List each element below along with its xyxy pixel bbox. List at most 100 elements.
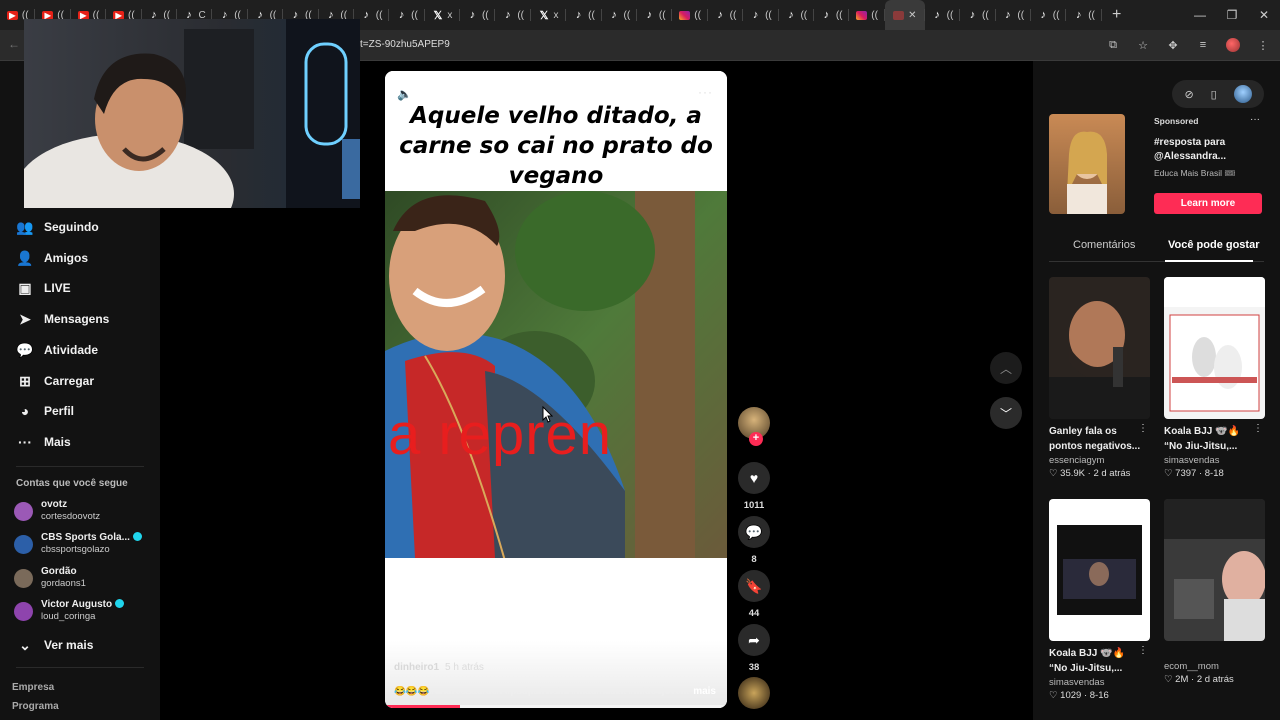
ad-title[interactable]: #resposta para @Alessandra...	[1154, 136, 1254, 164]
volume-icon[interactable]: 🔈	[397, 87, 412, 101]
suggested-video-card[interactable]: Koala BJJ 🐨🔥 “No Jiu-Jitsu,... ⋮ simasve…	[1049, 499, 1150, 701]
tab-you-may-like[interactable]: Você pode gostar	[1168, 239, 1259, 251]
suggested-video-card[interactable]: ecom__mom ♡ 2M · 2 d atrás	[1164, 499, 1265, 685]
card-thumbnail[interactable]	[1164, 277, 1265, 419]
menu-dots-icon[interactable]: ⋮	[1254, 36, 1272, 54]
tab-title: ✕	[908, 9, 917, 21]
follow-plus-icon[interactable]: +	[749, 432, 763, 446]
browser-tab[interactable]: ♪ ((	[389, 0, 425, 30]
avatar[interactable]	[14, 501, 33, 521]
extensions-icon[interactable]: ✥	[1164, 36, 1182, 54]
suggested-video-card[interactable]: Ganley fala os pontos negativos... ⋮ ess…	[1049, 277, 1150, 479]
tab-comments[interactable]: Comentários	[1073, 239, 1135, 251]
url-text[interactable]: t=ZS-90zhu5APEP9	[360, 39, 450, 50]
sidebar-item-seguindo[interactable]: 👥 Seguindo	[16, 218, 98, 236]
share-action[interactable]: ➦ 38	[736, 624, 772, 673]
followed-account[interactable]: CBS Sports Gola... cbssportsgolazo	[14, 532, 142, 556]
video-author[interactable]: dinheiro1 5 h atrás	[394, 662, 484, 673]
save-action[interactable]: 🔖 44	[736, 570, 772, 619]
save-icon[interactable]: 🔖	[738, 570, 770, 602]
browser-tab[interactable]: ♪ ((	[566, 0, 602, 30]
ad-thumbnail[interactable]	[1049, 114, 1125, 214]
card-author[interactable]: simasvendas	[1049, 677, 1150, 688]
compass-icon[interactable]: ⊘	[1184, 88, 1193, 101]
browser-tab[interactable]: ♪ ((	[996, 0, 1031, 30]
followed-account[interactable]: Victor Augusto loud_coringa	[14, 599, 125, 623]
learn-more-button[interactable]: Learn more	[1154, 193, 1262, 214]
like-action[interactable]: ♥ 1011	[736, 462, 772, 511]
sidebar-item-atividade[interactable]: 💬 Atividade	[16, 341, 98, 359]
ad-more-icon[interactable]: ···	[1250, 114, 1260, 125]
sidebar-item-mensagens[interactable]: ➤ Mensagens	[16, 310, 109, 328]
browser-tab[interactable]: ((	[849, 0, 885, 30]
close-window-icon[interactable]: ✕	[1248, 0, 1280, 30]
browser-tab[interactable]: 𝕏x	[425, 0, 461, 30]
card-author[interactable]: simasvendas	[1164, 455, 1265, 466]
sidebar-item-carregar[interactable]: ⊞ Carregar	[16, 372, 94, 390]
minimize-icon[interactable]: —	[1184, 0, 1216, 30]
video-player[interactable]: Aquele velho ditado, a carne so cai no p…	[385, 71, 727, 708]
comment-icon[interactable]: 💬	[738, 516, 770, 548]
avatar[interactable]	[14, 568, 33, 588]
browser-tab[interactable]: ((	[672, 0, 708, 30]
followed-account[interactable]: ovotz cortesdoovotz	[14, 499, 100, 523]
followed-account[interactable]: Gordão gordaons1	[14, 566, 86, 590]
profile-avatar-icon[interactable]	[1224, 36, 1242, 54]
restore-icon[interactable]: ❐	[1216, 0, 1248, 30]
browser-tab[interactable]: ♪ ((	[637, 0, 673, 30]
suggested-video-card[interactable]: Koala BJJ 🐨🔥 “No Jiu-Jitsu,... ⋮ simasve…	[1164, 277, 1265, 479]
media-icon[interactable]: ≡	[1194, 36, 1212, 54]
card-title[interactable]: Koala BJJ 🐨🔥 “No Jiu-Jitsu,...	[1164, 424, 1260, 454]
browser-tab[interactable]: ✕	[884, 0, 925, 30]
sidebar-item-perfil[interactable]: ◕ Perfil	[16, 402, 74, 420]
next-video-button[interactable]: ﹀	[990, 397, 1022, 429]
card-thumbnail[interactable]	[1164, 499, 1265, 641]
card-title[interactable]: Koala BJJ 🐨🔥 “No Jiu-Jitsu,...	[1049, 646, 1145, 676]
previous-video-button[interactable]: ︿	[990, 352, 1022, 384]
browser-tab[interactable]: ♪ ((	[1031, 0, 1067, 30]
like-count: 1011	[743, 500, 765, 511]
user-avatar[interactable]	[1233, 85, 1252, 103]
ad-brand[interactable]: Educa Mais Brasil 🎟	[1154, 168, 1235, 179]
share-icon[interactable]: ➦	[738, 624, 770, 656]
music-disc-button[interactable]	[738, 677, 770, 709]
browser-tab[interactable]: ♪ ((	[743, 0, 779, 30]
bookmark-star-icon[interactable]: ☆	[1134, 36, 1152, 54]
footer-link-empresa[interactable]: Empresa	[12, 682, 54, 693]
card-author[interactable]: essenciagym	[1049, 455, 1150, 466]
back-icon[interactable]: ←	[8, 37, 20, 51]
new-tab-button[interactable]: +	[1102, 6, 1132, 24]
browser-tab[interactable]: 𝕏x	[531, 0, 567, 30]
video-more-link[interactable]: mais	[693, 686, 716, 697]
comment-action[interactable]: 💬 8	[736, 516, 772, 565]
browser-tab[interactable]: ♪ ((	[814, 0, 850, 30]
card-title[interactable]: Ganley fala os pontos negativos...	[1049, 424, 1145, 454]
browser-tab[interactable]: ♪ ((	[460, 0, 496, 30]
sidebar-item-mais[interactable]: ··· Mais	[16, 433, 71, 451]
browser-tab[interactable]: ♪ ((	[960, 0, 996, 30]
creator-avatar-button[interactable]: +	[738, 407, 770, 447]
see-more-link[interactable]: ⌄ Ver mais	[16, 636, 93, 654]
card-more-icon[interactable]: ⋮	[1253, 423, 1263, 434]
browser-tab[interactable]: ♪ ((	[708, 0, 744, 30]
card-thumbnail[interactable]	[1049, 277, 1150, 419]
video-progress-bar[interactable]	[385, 705, 727, 708]
browser-tab[interactable]: ♪ ((	[925, 0, 961, 30]
like-icon[interactable]: ♥	[738, 462, 770, 494]
browser-tab[interactable]: ♪ ((	[779, 0, 814, 30]
video-more-icon[interactable]: ···	[698, 85, 713, 99]
sidebar-item-live[interactable]: ▣ LIVE	[16, 279, 70, 297]
sidebar-item-amigos[interactable]: 👤 Amigos	[16, 249, 88, 267]
card-more-icon[interactable]: ⋮	[1138, 423, 1148, 434]
card-thumbnail[interactable]	[1049, 499, 1150, 641]
card-more-icon[interactable]: ⋮	[1138, 645, 1148, 656]
phone-icon[interactable]: ▯	[1211, 88, 1217, 101]
card-author[interactable]: ecom__mom	[1164, 661, 1265, 672]
footer-link-programa[interactable]: Programa	[12, 701, 59, 712]
avatar[interactable]	[14, 534, 33, 554]
browser-tab[interactable]: ♪ ((	[1066, 0, 1102, 30]
install-icon[interactable]: ⧉	[1104, 36, 1122, 54]
browser-tab[interactable]: ♪ ((	[602, 0, 638, 30]
avatar[interactable]	[14, 601, 33, 621]
browser-tab[interactable]: ♪ ((	[495, 0, 531, 30]
